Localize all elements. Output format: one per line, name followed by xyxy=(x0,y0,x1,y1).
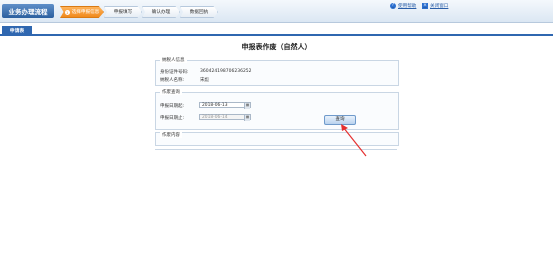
arrow-head xyxy=(341,124,348,131)
arrow-line xyxy=(342,126,367,157)
annotation-arrow xyxy=(341,124,367,157)
